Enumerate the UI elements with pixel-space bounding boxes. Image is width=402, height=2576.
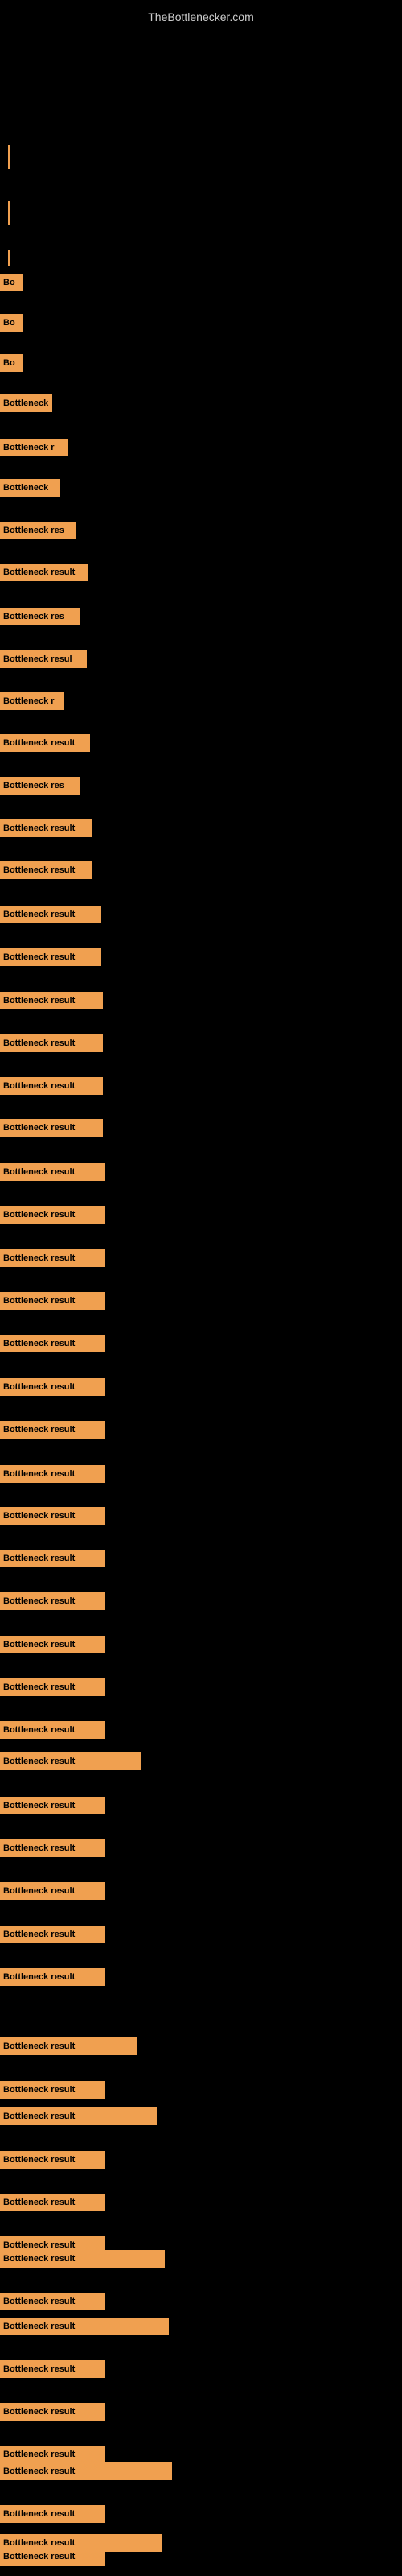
- bottleneck-result-bar: Bottleneck result: [0, 861, 92, 879]
- bottleneck-result-bar: Bo: [0, 354, 23, 372]
- bottleneck-result-bar: Bottleneck result: [0, 2151, 105, 2169]
- bottleneck-result-bar: Bo: [0, 274, 23, 291]
- bottleneck-result-bar: Bottleneck result: [0, 1968, 105, 1986]
- bottleneck-result-bar: Bottleneck result: [0, 1421, 105, 1439]
- bottleneck-result-bar: Bottleneck result: [0, 2194, 105, 2211]
- bottleneck-result-bar: Bottleneck result: [0, 2318, 169, 2335]
- bottleneck-result-bar: Bottleneck result: [0, 2293, 105, 2310]
- bottleneck-result-bar: Bottleneck res: [0, 522, 76, 539]
- bottleneck-result-bar: Bottleneck result: [0, 2446, 105, 2463]
- bottleneck-result-bar: Bottleneck result: [0, 1882, 105, 1900]
- bottleneck-result-bar: Bottleneck result: [0, 948, 100, 966]
- bottleneck-result-bar: Bottleneck result: [0, 2107, 157, 2125]
- bottleneck-result-bar: Bottleneck res: [0, 608, 80, 625]
- bottleneck-result-bar: Bottleneck result: [0, 819, 92, 837]
- bottleneck-result-bar: Bottleneck result: [0, 992, 103, 1009]
- bottleneck-result-bar: Bottleneck result: [0, 2505, 105, 2523]
- bottleneck-result-bar: Bottleneck: [0, 394, 52, 412]
- bottleneck-result-bar: Bottleneck result: [0, 1034, 103, 1052]
- bottleneck-result-bar: Bottleneck result: [0, 1465, 105, 1483]
- bottleneck-result-bar: Bottleneck result: [0, 1678, 105, 1696]
- bottleneck-result-bar: Bottleneck result: [0, 2462, 172, 2480]
- bottleneck-result-bar: Bottleneck result: [0, 906, 100, 923]
- bottleneck-result-bar: Bottleneck result: [0, 1292, 105, 1310]
- bottleneck-result-bar: Bottleneck result: [0, 1721, 105, 1739]
- bottleneck-result-bar: Bottleneck r: [0, 692, 64, 710]
- bottleneck-result-bar: Bottleneck res: [0, 777, 80, 795]
- bottleneck-result-bar: Bottleneck result: [0, 1550, 105, 1567]
- bottleneck-result-bar: Bottleneck result: [0, 2403, 105, 2421]
- bottleneck-result-bar: Bottleneck resul: [0, 650, 87, 668]
- bottleneck-result-bar: Bottleneck: [0, 479, 60, 497]
- bottleneck-result-bar: Bottleneck result: [0, 2548, 105, 2566]
- bottleneck-result-bar: Bottleneck result: [0, 1163, 105, 1181]
- bottleneck-result-bar: Bottleneck result: [0, 1797, 105, 1814]
- bottleneck-result-bar: Bottleneck result: [0, 1592, 105, 1610]
- bottleneck-result-bar: Bottleneck result: [0, 1077, 103, 1095]
- bottleneck-result-bar: Bottleneck result: [0, 1507, 105, 1525]
- bottleneck-result-bar: Bottleneck result: [0, 2037, 137, 2055]
- bottleneck-result-bar: Bottleneck result: [0, 734, 90, 752]
- vertical-indicator: [8, 201, 10, 225]
- bottleneck-result-bar: Bottleneck result: [0, 2081, 105, 2099]
- site-title: TheBottlenecker.com: [148, 4, 254, 23]
- bottleneck-result-bar: Bottleneck result: [0, 1839, 105, 1857]
- bottleneck-result-bar: Bottleneck result: [0, 1752, 141, 1770]
- bottleneck-result-bar: Bottleneck result: [0, 564, 88, 581]
- bottleneck-result-bar: Bottleneck result: [0, 1378, 105, 1396]
- vertical-indicator: [8, 250, 10, 266]
- bottleneck-result-bar: Bottleneck result: [0, 1636, 105, 1653]
- bottleneck-result-bar: Bottleneck result: [0, 1926, 105, 1943]
- bottleneck-result-bar: Bottleneck result: [0, 2360, 105, 2378]
- bottleneck-result-bar: Bottleneck result: [0, 1249, 105, 1267]
- bottleneck-result-bar: Bottleneck r: [0, 439, 68, 456]
- bottleneck-result-bar: Bottleneck result: [0, 1206, 105, 1224]
- bottleneck-result-bar: Bottleneck result: [0, 1119, 103, 1137]
- bottleneck-result-bar: Bottleneck result: [0, 1335, 105, 1352]
- bottleneck-result-bar: Bo: [0, 314, 23, 332]
- bottleneck-result-bar: Bottleneck result: [0, 2250, 165, 2268]
- vertical-indicator: [8, 145, 10, 169]
